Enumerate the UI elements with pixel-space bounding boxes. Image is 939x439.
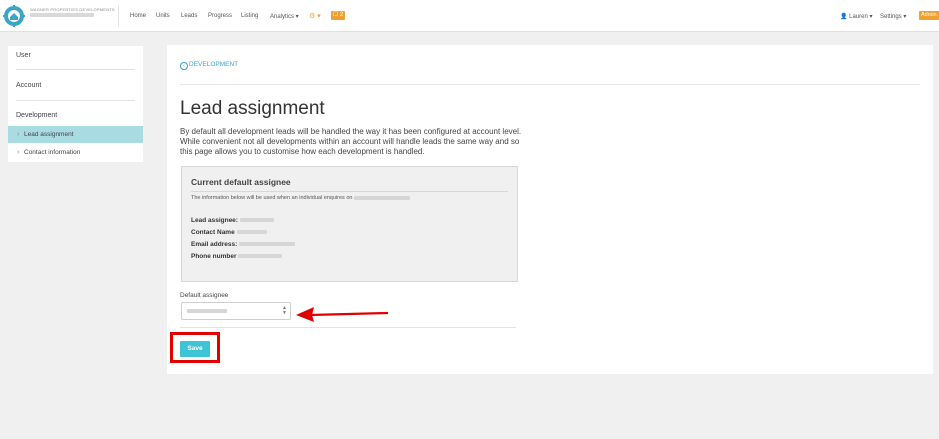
nav-analytics[interactable]: Analytics ▾ xyxy=(270,13,299,20)
gear-icon[interactable]: ⚙ ▾ xyxy=(309,12,321,20)
divider xyxy=(180,327,516,328)
chevron-right-icon: › xyxy=(17,131,20,138)
nav-units[interactable]: Units xyxy=(156,13,170,19)
panel-title: Current default assignee xyxy=(191,177,291,187)
page-title: Lead assignment xyxy=(180,98,325,119)
red-arrow-annotation xyxy=(296,307,389,322)
sidebar-divider xyxy=(16,69,135,70)
redacted-value xyxy=(238,254,283,259)
redacted-value xyxy=(239,242,296,247)
brand-subtitle-redacted xyxy=(30,13,94,17)
sidebar-item-contact-information[interactable]: › Contact information xyxy=(8,144,143,161)
sidebar-item-user[interactable]: User xyxy=(16,52,31,59)
chevron-right-icon: › xyxy=(17,149,20,156)
lead-assignee-field: Lead assignee: xyxy=(191,217,274,224)
sidebar-item-label: Contact information xyxy=(24,149,81,156)
divider xyxy=(180,84,920,85)
notification-badge[interactable]: ☐ 2 xyxy=(331,11,345,20)
nav-home[interactable]: Home xyxy=(130,13,146,19)
contact-name-field: Contact Name xyxy=(191,229,267,236)
redacted-value xyxy=(187,309,227,313)
company-logo[interactable] xyxy=(3,5,25,27)
settings-sidebar: User Account Development › Lead assignme… xyxy=(8,46,143,162)
panel-info-text: The information below will be used when … xyxy=(191,195,410,201)
save-button[interactable]: Save xyxy=(180,341,210,357)
redacted-value xyxy=(353,195,410,200)
sidebar-item-label: Lead assignment xyxy=(24,131,74,138)
nav-progress[interactable]: Progress xyxy=(208,13,232,19)
current-default-assignee-panel: Current default assignee The information… xyxy=(181,166,518,282)
header-divider xyxy=(118,5,119,27)
sidebar-item-development[interactable]: Development xyxy=(16,112,57,119)
back-link-label: DEVELOPMENT xyxy=(189,61,239,68)
default-assignee-select[interactable]: ▲ ▼ xyxy=(181,302,291,320)
back-arrow-icon: ‹ xyxy=(180,62,188,70)
user-menu[interactable]: 👤 Lauren ▾ xyxy=(840,13,873,20)
page-description: By default all development leads will be… xyxy=(180,127,522,156)
admin-button[interactable]: Admin xyxy=(919,11,939,20)
redacted-value xyxy=(236,230,267,235)
settings-menu[interactable]: Settings ▾ xyxy=(880,13,906,20)
sidebar-divider xyxy=(16,100,135,101)
select-arrows-icon: ▲ ▼ xyxy=(282,305,287,316)
brand-name: WAGNER PROPERTIES DEVELOPMENTS xyxy=(30,7,115,12)
back-to-development-link[interactable]: ‹ DEVELOPMENT xyxy=(180,61,238,70)
top-navbar: WAGNER PROPERTIES DEVELOPMENTS Home Unit… xyxy=(0,0,939,32)
nav-listing[interactable]: Listing xyxy=(241,13,258,19)
sidebar-item-account[interactable]: Account xyxy=(16,82,41,89)
panel-divider xyxy=(191,191,508,192)
email-address-field: Email address: xyxy=(191,241,296,248)
nav-leads[interactable]: Leads xyxy=(181,13,197,19)
default-assignee-label: Default assignee xyxy=(180,292,229,299)
phone-number-field: Phone number xyxy=(191,253,283,260)
sidebar-item-lead-assignment[interactable]: › Lead assignment xyxy=(8,126,143,143)
redacted-value xyxy=(239,218,274,223)
